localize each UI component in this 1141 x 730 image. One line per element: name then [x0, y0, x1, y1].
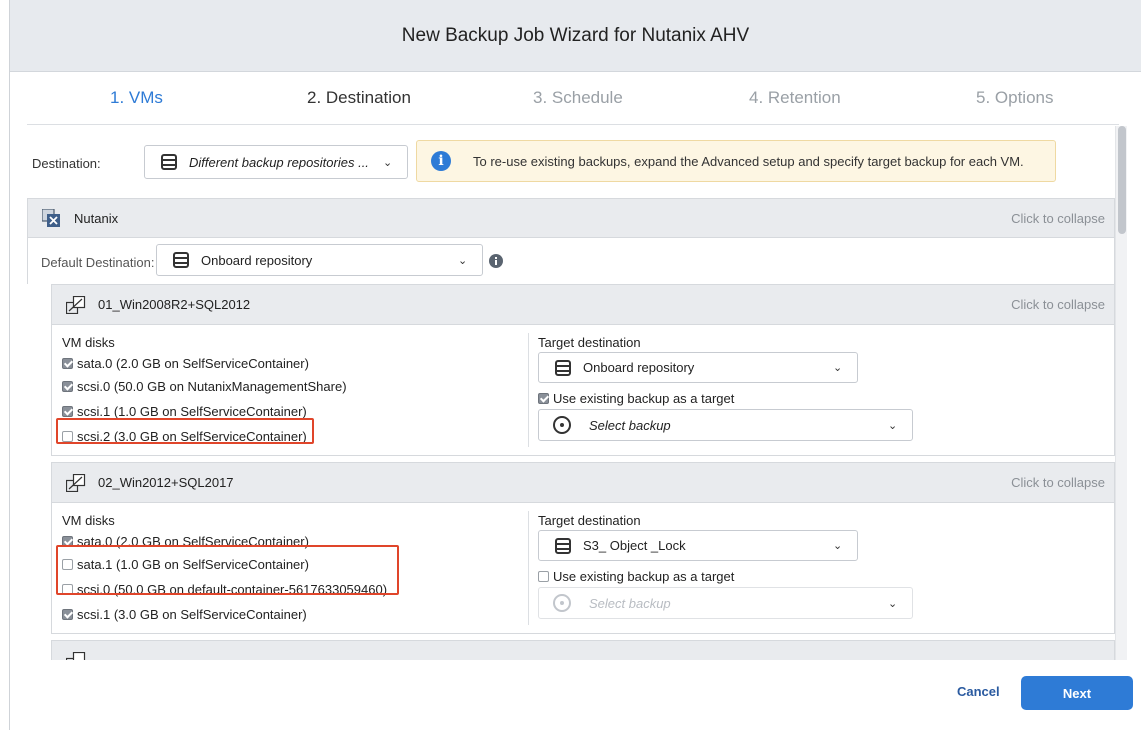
target-destination-title: Target destination	[538, 335, 641, 350]
vm-name: 01_Win2008R2+SQL2012	[98, 297, 251, 312]
disk-row[interactable]: scsi.1 (3.0 GB on SelfServiceContainer)	[62, 602, 387, 626]
vm-collapse-link[interactable]: Click to collapse	[1011, 475, 1105, 490]
disk-checkbox[interactable]	[62, 406, 73, 417]
scrollbar[interactable]	[1115, 126, 1127, 660]
highlight-box	[56, 545, 399, 595]
scrollbar-thumb[interactable]	[1118, 126, 1126, 234]
vm-header[interactable]	[52, 641, 1114, 660]
target-column: Target destination S3_ Object _Lock ⌄ Us…	[538, 513, 913, 619]
info-icon[interactable]	[489, 254, 503, 268]
chevron-down-icon: ⌄	[383, 156, 393, 169]
destination-row: Destination: Different backup repositori…	[10, 140, 1119, 182]
select-backup-icon	[553, 416, 571, 434]
select-backup-icon	[553, 594, 571, 612]
wizard-window: New Backup Job Wizard for Nutanix AHV 1.…	[9, 0, 1141, 730]
disk-label: scsi.1 (3.0 GB on SelfServiceContainer)	[77, 606, 307, 622]
steps-divider	[27, 124, 1119, 125]
disk-checkbox[interactable]	[62, 357, 73, 369]
destination-label: Destination:	[32, 156, 101, 171]
default-destination-dropdown[interactable]: Onboard repository ⌄	[156, 244, 483, 276]
vm-body: VM disks sata.0 (2.0 GB on SelfServiceCo…	[52, 325, 1114, 455]
chevron-down-icon: ⌄	[458, 254, 468, 267]
select-backup-value: Select backup	[589, 595, 671, 611]
vm-icon	[65, 651, 86, 660]
vm-disks-title: VM disks	[62, 513, 115, 528]
cluster-name: Nutanix	[74, 210, 119, 226]
default-destination-value: Onboard repository	[201, 252, 313, 268]
repository-icon	[173, 252, 189, 268]
next-button[interactable]: Next	[1021, 676, 1133, 710]
select-backup-dropdown[interactable]: Select backup ⌄	[538, 587, 913, 619]
disk-label: sata.0 (2.0 GB on SelfServiceContainer)	[77, 355, 309, 371]
chevron-down-icon: ⌄	[888, 597, 898, 610]
step-destination[interactable]: 2. Destination	[307, 88, 411, 108]
use-existing-label: Use existing backup as a target	[553, 568, 735, 584]
repository-icon	[161, 154, 177, 170]
select-backup-value: Select backup	[589, 417, 671, 433]
disk-label: scsi.1 (1.0 GB on SelfServiceContainer)	[77, 404, 307, 419]
select-backup-dropdown[interactable]: Select backup ⌄	[538, 409, 913, 441]
target-destination-value: S3_ Object _Lock	[583, 538, 686, 553]
vm-block: 02_Win2012+SQL2017 Click to collapse VM …	[51, 462, 1115, 634]
use-existing-row[interactable]: Use existing backup as a target	[538, 565, 913, 587]
chevron-down-icon: ⌄	[833, 540, 843, 552]
disk-checkbox[interactable]	[62, 608, 73, 620]
target-destination-value: Onboard repository	[583, 360, 695, 375]
vm-collapse-link[interactable]: Click to collapse	[1011, 297, 1105, 312]
highlight-box	[56, 418, 314, 444]
info-icon: i	[431, 151, 451, 171]
vm-disks-title: VM disks	[62, 335, 115, 350]
disk-row[interactable]: scsi.0 (50.0 GB on NutanixManagementShar…	[62, 374, 347, 399]
target-destination-dropdown[interactable]: Onboard repository ⌄	[538, 352, 858, 383]
cancel-button[interactable]: Cancel	[957, 684, 1000, 699]
use-existing-checkbox[interactable]	[538, 570, 549, 582]
destination-dropdown[interactable]: Different backup repositories ... ⌄	[144, 145, 408, 179]
cluster-header[interactable]: Nutanix Click to collapse	[27, 198, 1115, 238]
disk-label: scsi.0 (50.0 GB on NutanixManagementShar…	[77, 379, 347, 394]
vm-block	[51, 640, 1115, 660]
step-schedule[interactable]: 3. Schedule	[533, 88, 623, 108]
info-banner-text: To re-use existing backups, expand the A…	[473, 153, 1024, 169]
target-destination-title: Target destination	[538, 513, 641, 528]
column-separator	[528, 511, 529, 625]
cluster-collapse-link[interactable]: Click to collapse	[1011, 211, 1105, 226]
vm-icon	[65, 295, 86, 314]
target-column: Target destination Onboard repository ⌄ …	[538, 335, 913, 441]
vm-header[interactable]: 02_Win2012+SQL2017 Click to collapse	[52, 463, 1114, 503]
target-destination-dropdown[interactable]: S3_ Object _Lock ⌄	[538, 530, 858, 561]
default-destination-label: Default Destination:	[41, 255, 155, 270]
column-separator	[528, 333, 529, 447]
destination-value: Different backup repositories ...	[189, 154, 369, 170]
default-destination-row: Default Destination: Onboard repository …	[27, 238, 1115, 284]
use-existing-label: Use existing backup as a target	[553, 390, 735, 406]
vm-header[interactable]: 01_Win2008R2+SQL2012 Click to collapse	[52, 285, 1114, 325]
use-existing-row[interactable]: Use existing backup as a target	[538, 387, 913, 409]
step-vms[interactable]: 1. VMs	[110, 88, 163, 108]
repository-icon	[555, 359, 571, 376]
nutanix-cluster-icon	[41, 208, 60, 227]
repository-icon	[555, 537, 571, 554]
use-existing-checkbox[interactable]	[538, 392, 549, 404]
disk-row[interactable]: sata.0 (2.0 GB on SelfServiceContainer)	[62, 352, 347, 374]
vm-name: 02_Win2012+SQL2017	[98, 475, 234, 490]
chevron-down-icon: ⌄	[888, 419, 898, 432]
step-retention[interactable]: 4. Retention	[749, 88, 841, 108]
vm-body: VM disks sata.0 (2.0 GB on SelfServiceCo…	[52, 503, 1114, 633]
vm-icon	[65, 473, 86, 492]
info-banner: i To re-use existing backups, expand the…	[416, 140, 1056, 182]
window-title: New Backup Job Wizard for Nutanix AHV	[10, 0, 1141, 72]
disk-checkbox[interactable]	[62, 381, 73, 392]
wizard-steps: 1. VMs 2. Destination 3. Schedule 4. Ret…	[10, 72, 1141, 124]
chevron-down-icon: ⌄	[833, 362, 843, 374]
step-options[interactable]: 5. Options	[976, 88, 1054, 108]
vm-list-scroll-area[interactable]: Nutanix Click to collapse Default Destin…	[27, 198, 1115, 660]
vm-block: 01_Win2008R2+SQL2012 Click to collapse V…	[51, 284, 1115, 456]
